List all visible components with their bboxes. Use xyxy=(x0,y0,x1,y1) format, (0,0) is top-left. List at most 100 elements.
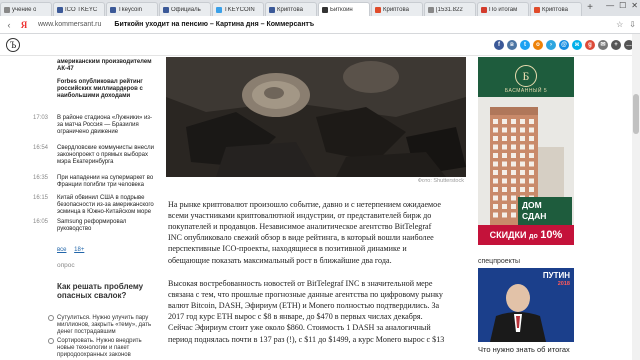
tab-label: Официаль xyxy=(171,6,201,13)
browser-tab[interactable]: Криптова xyxy=(265,2,317,16)
poll-label: опрос xyxy=(57,262,75,269)
site-header: Ъ f в t о › @ ж g ✉ +… xyxy=(0,34,640,56)
tab-label: Tkeycoin xyxy=(118,6,143,13)
share-livejournal-icon[interactable]: ж xyxy=(572,39,582,50)
poll-option[interactable]: Сутулиться. Нужно улучить пару миллионов… xyxy=(48,315,157,336)
share-ok-icon[interactable]: о xyxy=(533,39,543,50)
ad-sale-percent: 10% xyxy=(540,229,563,241)
article-line: валют Bitcoin, DASH, Эфириум (ETH) и Mon… xyxy=(168,301,440,311)
maximize-icon[interactable]: ☐ xyxy=(619,1,626,10)
share-email-icon[interactable]: ✉ xyxy=(598,39,608,50)
specproject-tag: ПУТИН 2018 xyxy=(543,272,570,288)
tab-favicon-icon xyxy=(4,6,10,13)
news-time: 16:35 xyxy=(33,175,49,181)
photo-credit: Фото: Shutterstock xyxy=(417,178,464,184)
news-headline: Samsung реформировал руководство xyxy=(57,219,127,232)
news-time: 17:03 xyxy=(33,115,49,121)
close-icon[interactable]: ✕ xyxy=(631,1,638,10)
poll-option-text: Сортировать. Нужно внедрить новые технол… xyxy=(57,338,142,358)
radio-icon[interactable] xyxy=(48,338,54,344)
ad-badge: ДОМ СДАН xyxy=(518,197,572,225)
browser-tab[interactable]: учение о xyxy=(0,2,52,16)
page-title: Биткойн уходит на пенсию – Картина дня –… xyxy=(114,21,315,28)
news-headline: Forbes опубликовал рейтинг российских ми… xyxy=(57,79,143,99)
specproject-tag-title: ПУТИН xyxy=(542,271,570,280)
bookmark-icon[interactable]: ☆ xyxy=(616,20,623,29)
tab-favicon-icon xyxy=(428,6,434,13)
news-item[interactable]: 16:35 При нападении на супермаркет во Фра… xyxy=(33,175,155,189)
news-item[interactable]: 16:05 Samsung реформировал руководство xyxy=(33,219,155,233)
page-scrollbar[interactable] xyxy=(632,34,640,360)
share-telegram-icon[interactable]: › xyxy=(546,39,556,50)
browser-tab[interactable]: [1531.822 xyxy=(424,2,476,16)
poll-question[interactable]: Как решать проблему опасных свалок? xyxy=(57,282,157,300)
browser-tab[interactable]: Криптова xyxy=(530,2,582,16)
news-headline: Китай обвинил США в подрыве безопасности… xyxy=(57,195,154,215)
browser-tab[interactable]: Криптова xyxy=(371,2,423,16)
page-edge-strip xyxy=(0,57,36,360)
ad-banner[interactable]: Б БАСМАННЫЙ 5 ДОМ СДАН СКИДКИ до 10% xyxy=(478,57,574,245)
browser-tab[interactable]: Биткойн xyxy=(318,2,370,16)
specproject-image[interactable]: ПУТИН 2018 xyxy=(478,268,574,342)
article-line: период поднялась почти в 137 раз (!), с … xyxy=(168,334,445,344)
tab-favicon-icon xyxy=(322,6,328,13)
poll-option[interactable]: Сортировать. Нужно внедрить новые технол… xyxy=(48,338,157,359)
news-item[interactable]: 16:54 Свердловские коммунисты внесли зако… xyxy=(33,145,155,166)
browser-tab[interactable]: Официаль xyxy=(159,2,211,16)
news-item[interactable]: американским производителем АК-47 xyxy=(57,59,155,73)
article-line: Сейчас Эфириум стоит уже около $860. Сто… xyxy=(168,323,431,333)
tab-favicon-icon xyxy=(163,6,169,13)
minimize-icon[interactable]: — xyxy=(606,1,614,10)
tab-strip: учение о ICO TKEYC Tkeycoin Официаль TKEYCOI… xyxy=(0,0,640,16)
news-all-link[interactable]: все xyxy=(57,247,66,253)
share-vk-icon[interactable]: в xyxy=(507,39,517,50)
article-photo xyxy=(166,57,466,177)
news-more-links: все 18+ xyxy=(57,247,90,253)
specproject-teaser[interactable]: Что нужно знать об итогах xyxy=(478,345,598,354)
url-text[interactable]: www.kommersant.ru xyxy=(38,21,101,28)
specprojects-label[interactable]: спецпроекты xyxy=(478,258,520,265)
article-line: 2017 год курс ETH вырос с $8 в январе, д… xyxy=(168,312,423,322)
window-controls: — ☐ ✕ xyxy=(606,1,638,10)
ad-sale-suffix: до xyxy=(529,233,538,240)
article-line: обещающие показать максимальный рост в б… xyxy=(168,255,392,265)
radio-icon[interactable] xyxy=(48,315,54,321)
news-time: 16:54 xyxy=(33,145,49,151)
news-time: 16:15 xyxy=(33,195,49,201)
article-line: перспективные ICO-проекты, находящиеся в… xyxy=(168,244,407,254)
share-mail-icon[interactable]: @ xyxy=(559,39,569,50)
browser-tab[interactable]: ICO TKEYC xyxy=(53,2,105,16)
ad-brand-name: БАСМАННЫЙ 5 xyxy=(504,88,548,94)
new-tab-icon[interactable]: + xyxy=(583,2,597,16)
share-twitter-icon[interactable]: t xyxy=(520,39,530,50)
tab-favicon-icon xyxy=(216,6,222,13)
news-headline: При нападении на супермаркет во Франции … xyxy=(57,175,154,188)
tab-label: По итогам xyxy=(489,6,518,13)
share-facebook-icon[interactable]: f xyxy=(494,39,504,50)
browser-tab[interactable]: По итогам xyxy=(477,2,529,16)
article-line: покупателей и продавцов. Независимое ана… xyxy=(168,222,432,232)
news-headline: Свердловские коммунисты внесли законопро… xyxy=(57,145,154,165)
back-icon[interactable]: ‹ xyxy=(4,20,14,30)
article-line: связана с тем, что прошлые прогнозные да… xyxy=(168,290,443,300)
tab-favicon-icon xyxy=(481,6,487,13)
poll-option-text: Сутулиться. Нужно улучить пару миллионов… xyxy=(57,315,152,335)
browser-tab[interactable]: Tkeycoin xyxy=(106,2,158,16)
kommersant-logo[interactable]: Ъ xyxy=(6,37,20,52)
download-icon[interactable]: ⇩ xyxy=(629,20,636,29)
news-item[interactable]: 16:15 Китай обвинил США в подрыве безопас… xyxy=(33,195,155,216)
address-bar: ‹ Я www.kommersant.ru Биткойн уходит на … xyxy=(0,16,640,34)
ad-sale-strip: СКИДКИ до 10% xyxy=(478,225,574,245)
tab-favicon-icon xyxy=(375,6,381,13)
scrollbar-thumb[interactable] xyxy=(633,94,639,134)
yandex-icon[interactable]: Я xyxy=(19,20,29,30)
tab-label: TKEYCOIN xyxy=(224,6,255,13)
share-more-icon[interactable]: + xyxy=(611,39,621,50)
share-gplus-icon[interactable]: g xyxy=(585,39,595,50)
tab-label: Криптова xyxy=(383,6,409,13)
tab-favicon-icon xyxy=(534,6,540,13)
browser-tab[interactable]: TKEYCOIN xyxy=(212,2,264,16)
news-item[interactable]: Forbes опубликовал рейтинг российских ми… xyxy=(57,79,155,100)
news-age-link[interactable]: 18+ xyxy=(74,247,84,253)
news-item[interactable]: 17:03 В районе стадиона «Лужники» из-за м… xyxy=(33,115,155,136)
